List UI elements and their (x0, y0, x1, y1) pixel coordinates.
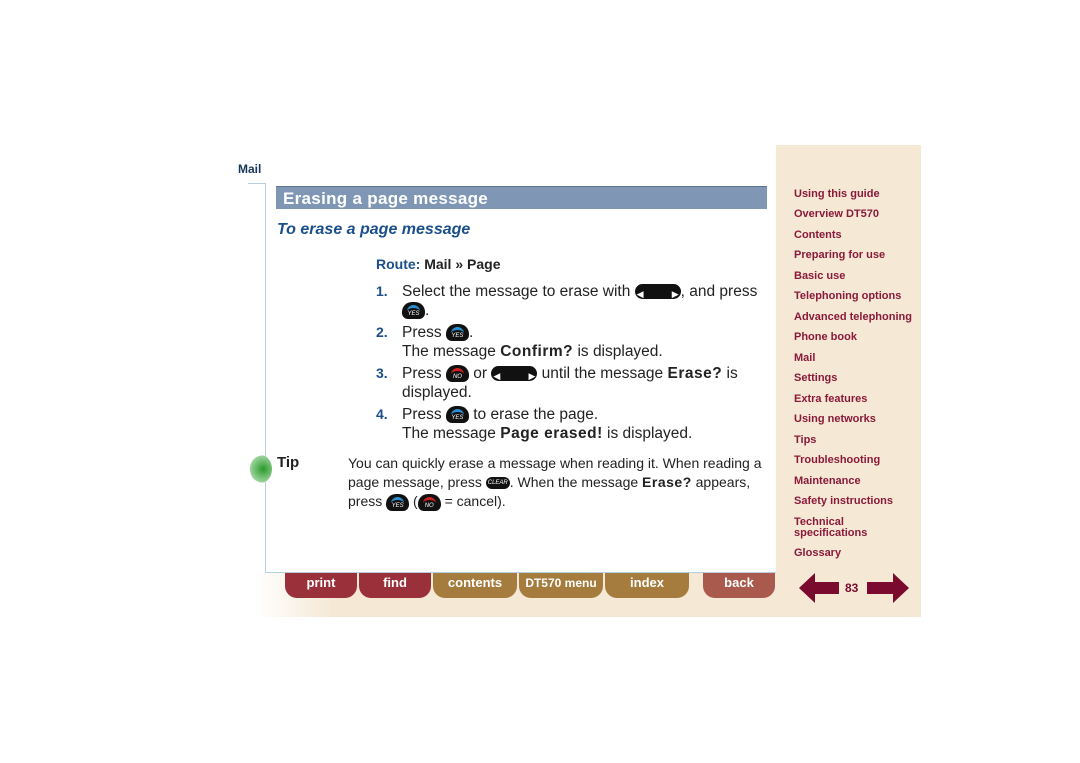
step-text: Press (402, 365, 442, 382)
step-text: or (473, 365, 488, 382)
route-path: Mail » Page (424, 256, 501, 272)
step-text: The message (402, 425, 496, 442)
step-text: Press (402, 406, 442, 423)
yes-key-icon: YES (445, 406, 469, 424)
sidebar-link-basic-use[interactable]: Basic use (794, 271, 919, 282)
sidebar-link-telephoning-options[interactable]: Telephoning options (794, 291, 919, 302)
route: Route: Mail » Page (376, 256, 500, 272)
divider (248, 183, 265, 184)
sidebar-link-technical-specifications[interactable]: Technical specifications (794, 517, 919, 539)
step-text: The message (402, 343, 496, 360)
tip-text-part: = cancel). (444, 493, 506, 509)
sidebar-link-using-this-guide[interactable]: Using this guide (794, 189, 919, 200)
step-number: 4. (376, 406, 388, 422)
display-message: Erase? (642, 474, 692, 490)
procedure-heading: To erase a page message (277, 221, 471, 238)
contents-button[interactable]: contents (433, 573, 517, 598)
route-label: Route: (376, 256, 421, 272)
tip-label: Tip (277, 454, 300, 471)
tip-text: You can quickly erase a message when rea… (348, 454, 768, 511)
section-label: Mail (238, 162, 262, 176)
step-number: 3. (376, 365, 388, 381)
sidebar-link-tips[interactable]: Tips (794, 435, 919, 446)
index-button[interactable]: index (605, 573, 689, 598)
clear-key-icon: CLEAR (485, 477, 510, 490)
step-text: to erase the page. (473, 406, 599, 423)
back-button[interactable]: back (703, 573, 775, 598)
arrow-left-icon (799, 573, 815, 603)
tip-text-part: ( (413, 493, 418, 509)
step-4: 4. Press YES to erase the page. The messag… (376, 405, 772, 443)
sidebar-link-settings[interactable]: Settings (794, 373, 919, 384)
sidebar-nav: Using this guide Overview DT570 Contents Pr… (776, 145, 921, 617)
sidebar-link-extra-features[interactable]: Extra features (794, 394, 919, 405)
sidebar-link-glossary[interactable]: Glossary (794, 548, 919, 559)
no-key-icon: NO (417, 493, 441, 511)
display-message: Erase? (667, 365, 723, 382)
step-text: is displayed. (607, 425, 693, 442)
step-text: , and press (680, 283, 758, 300)
navigation-key-icon (491, 366, 538, 386)
arrow-right-icon (893, 573, 909, 603)
sidebar-link-safety-instructions[interactable]: Safety instructions (794, 496, 919, 507)
dt570-menu-button[interactable]: DT570 menu (519, 573, 603, 598)
step-number: 1. (376, 283, 388, 299)
previous-page-button[interactable] (799, 573, 841, 603)
sidebar-link-maintenance[interactable]: Maintenance (794, 476, 919, 487)
sidebar-link-overview-dt570[interactable]: Overview DT570 (794, 209, 919, 220)
find-button[interactable]: find (359, 573, 431, 598)
yes-key-icon: YES (445, 324, 469, 342)
step-text: Select the message to erase with (402, 283, 631, 300)
display-message: Page erased! (500, 425, 603, 442)
tip-marker-icon (250, 455, 272, 483)
tip-text-part: . When the message (509, 474, 639, 490)
next-page-button[interactable] (867, 573, 909, 603)
sidebar-link-using-networks[interactable]: Using networks (794, 414, 919, 425)
step-text: . (425, 302, 430, 319)
step-number: 2. (376, 324, 388, 340)
step-1: 1. Select the message to erase with , and… (376, 282, 772, 320)
step-text: . (468, 324, 474, 341)
sidebar-link-advanced-telephoning[interactable]: Advanced telephoning (794, 312, 919, 323)
sidebar-link-mail[interactable]: Mail (794, 353, 919, 364)
display-message: Confirm? (500, 343, 574, 360)
no-key-icon: NO (445, 365, 469, 383)
step-text: is displayed. (577, 343, 663, 360)
yes-key-icon: YES (386, 493, 410, 511)
yes-key-icon: YES (402, 302, 425, 320)
navigation-key-icon (634, 284, 681, 304)
sidebar-link-troubleshooting[interactable]: Troubleshooting (794, 455, 919, 466)
step-2: 2. Press YES. The message Confirm? is disp… (376, 323, 772, 361)
page-title: Erasing a page message (276, 186, 767, 209)
sidebar-link-phone-book[interactable]: Phone book (794, 332, 919, 343)
sidebar-link-preparing-for-use[interactable]: Preparing for use (794, 250, 919, 261)
print-button[interactable]: print (285, 573, 357, 598)
sidebar-link-contents[interactable]: Contents (794, 230, 919, 241)
step-3: 3.Press NO or until the message Erase? i… (376, 364, 772, 402)
page-number: 83 (845, 581, 859, 595)
step-text: Press (402, 324, 442, 341)
step-text: until the message (541, 365, 664, 382)
